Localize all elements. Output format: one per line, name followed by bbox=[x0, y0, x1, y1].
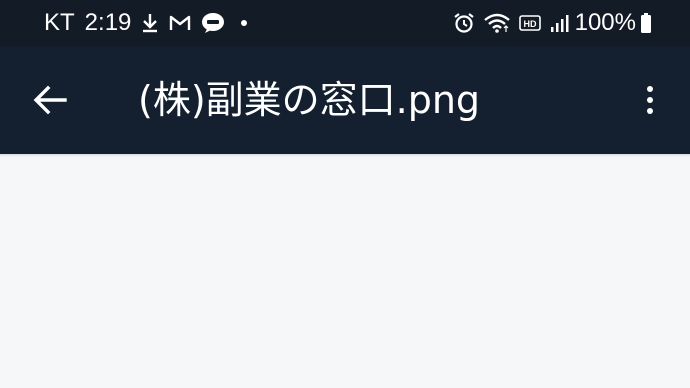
more-vert-icon bbox=[647, 86, 653, 92]
clock: 2:19 bbox=[84, 9, 132, 36]
status-bar: KT 2:19 HD 100% bbox=[0, 0, 690, 46]
svg-text:HD: HD bbox=[523, 19, 536, 29]
band-icon bbox=[201, 12, 225, 34]
arrow-back-icon bbox=[33, 85, 67, 115]
gmail-icon bbox=[169, 14, 191, 32]
battery-percent: 100% bbox=[574, 9, 636, 36]
wifi-icon bbox=[483, 12, 511, 34]
status-bar-right: HD 100% bbox=[445, 0, 652, 46]
carrier-label: KT bbox=[44, 9, 75, 36]
signal-icon bbox=[549, 13, 569, 33]
battery-icon bbox=[640, 12, 652, 34]
page-title: (株)副業の窓口.png bbox=[138, 78, 481, 122]
image-viewer-area[interactable] bbox=[0, 157, 690, 388]
more-options-button[interactable] bbox=[640, 80, 660, 120]
more-vert-dot bbox=[647, 97, 653, 103]
more-vert-dot bbox=[647, 108, 653, 114]
notification-dot-icon bbox=[241, 20, 248, 26]
download-icon bbox=[141, 12, 159, 34]
status-bar-left: KT 2:19 bbox=[44, 0, 248, 46]
alarm-icon bbox=[453, 12, 475, 34]
hd-voice-icon: HD bbox=[518, 14, 541, 32]
back-button[interactable] bbox=[30, 80, 70, 120]
app-bar: (株)副業の窓口.png bbox=[0, 46, 690, 154]
